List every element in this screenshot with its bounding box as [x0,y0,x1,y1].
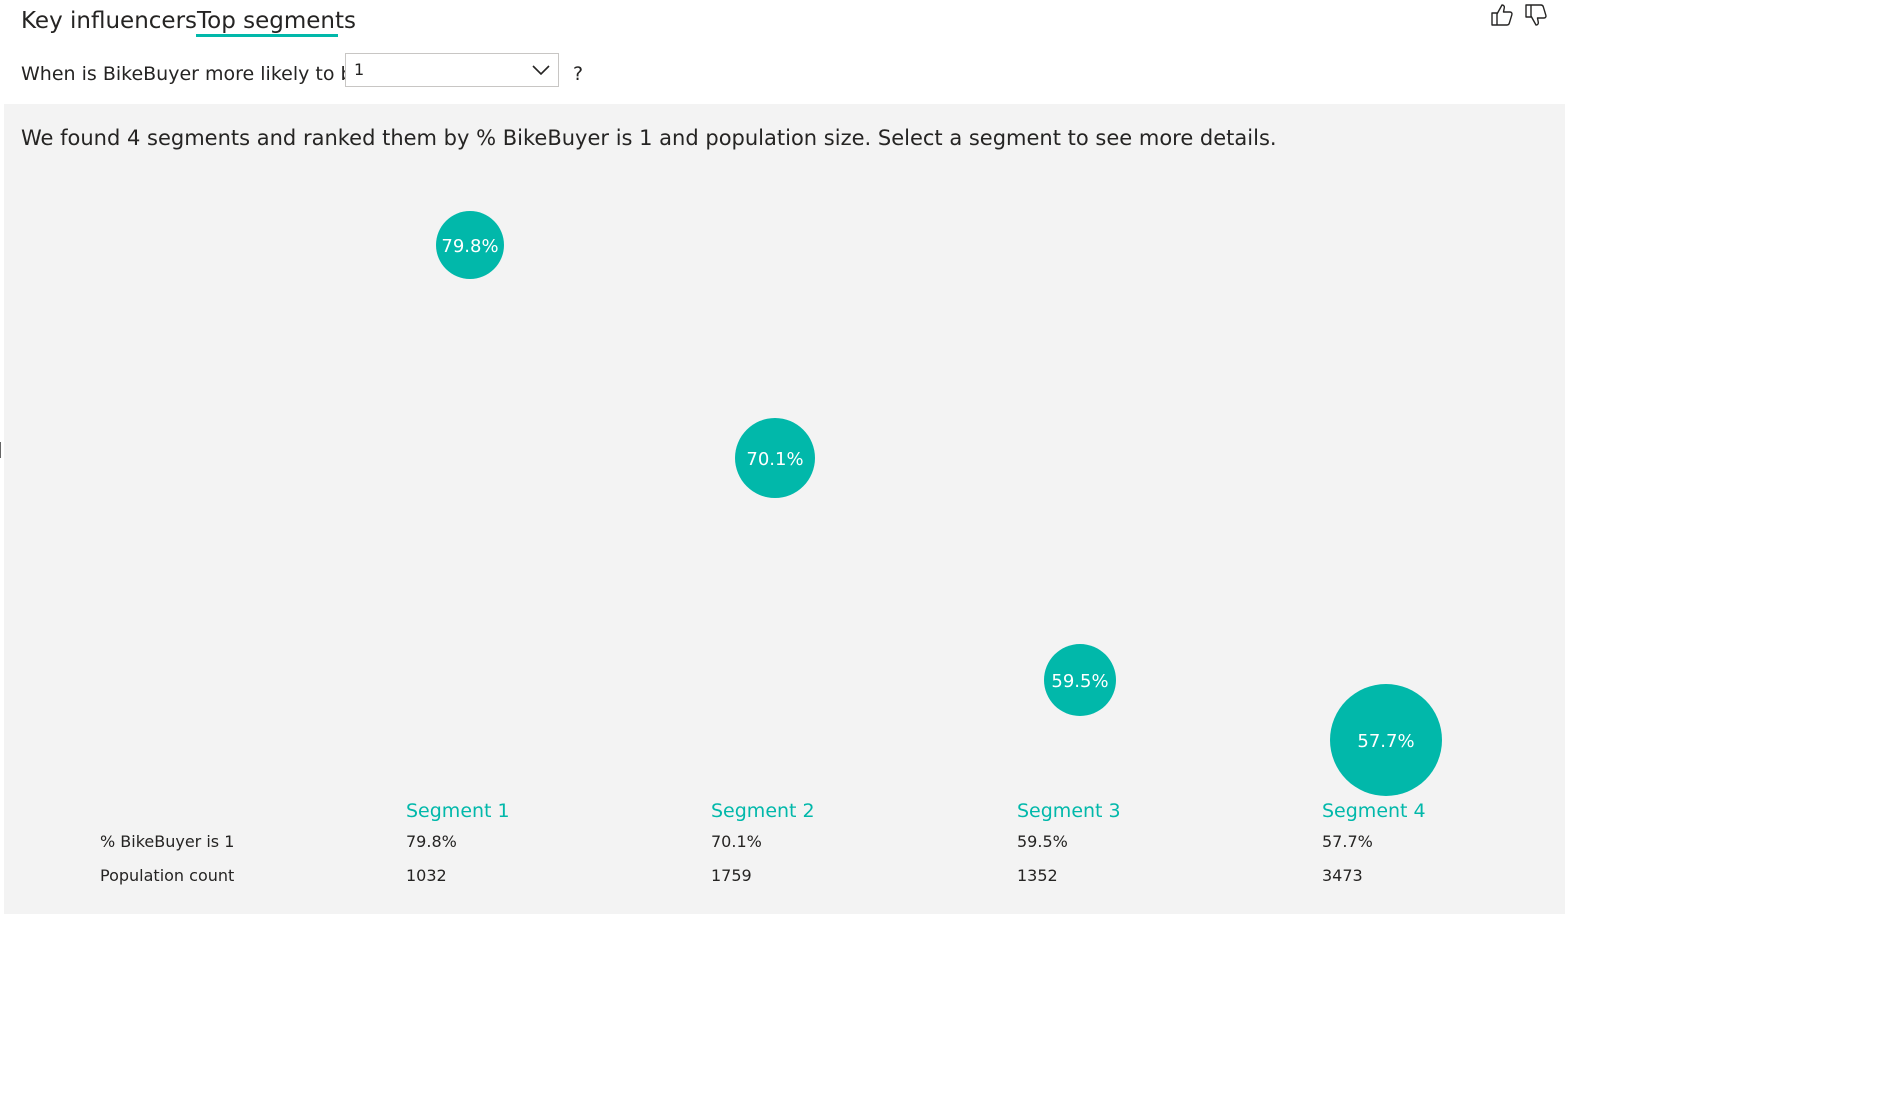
thumbs-up-icon[interactable] [1489,2,1515,28]
bubble-circle[interactable] [1044,644,1116,716]
question-label: When is BikeBuyer more likely to be [21,63,365,85]
segment-4-population: 3473 [1322,866,1363,885]
dropdown-selected-value: 1 [354,60,365,79]
segment-1-pct: 79.8% [406,832,457,851]
segment-bubble-1[interactable]: 79.8% [436,211,504,279]
segment-2-title[interactable]: Segment 2 [711,798,815,824]
bubble-circle[interactable] [1330,684,1442,796]
segment-4-pct: 57.7% [1322,832,1373,851]
thumbs-down-icon[interactable] [1523,2,1549,28]
target-value-dropdown[interactable]: 1 [345,53,559,87]
segment-bubble-4[interactable]: 57.7% [1330,684,1442,796]
segment-bubble-3[interactable]: 59.5% [1044,644,1116,716]
bubble-circle[interactable] [735,418,815,498]
segment-1-title[interactable]: Segment 1 [406,798,510,824]
segment-3-title[interactable]: Segment 3 [1017,798,1121,824]
segments-panel [4,104,1565,914]
segment-1-population: 1032 [406,866,447,885]
segment-4-title[interactable]: Segment 4 [1322,798,1426,824]
resize-handle[interactable] [0,442,1,458]
active-tab-indicator [196,34,338,37]
segment-2-pct: 70.1% [711,832,762,851]
bubble-circle[interactable] [436,211,504,279]
row-label-pct: % BikeBuyer is 1 [100,832,235,851]
help-question-mark[interactable]: ? [573,61,583,87]
segment-3-pct: 59.5% [1017,832,1068,851]
tab-top-segments[interactable]: Top segments [197,6,356,36]
segment-bubble-2[interactable]: 70.1% [735,418,815,498]
tab-key-influencers[interactable]: Key influencers [21,6,197,36]
segments-summary: We found 4 segments and ranked them by %… [21,126,1277,150]
segment-3-population: 1352 [1017,866,1058,885]
segment-2-population: 1759 [711,866,752,885]
row-label-population: Population count [100,866,235,885]
chevron-down-icon [532,65,550,76]
top-segments-visual: Key influencers Top segments When is Bik… [0,0,1891,1104]
